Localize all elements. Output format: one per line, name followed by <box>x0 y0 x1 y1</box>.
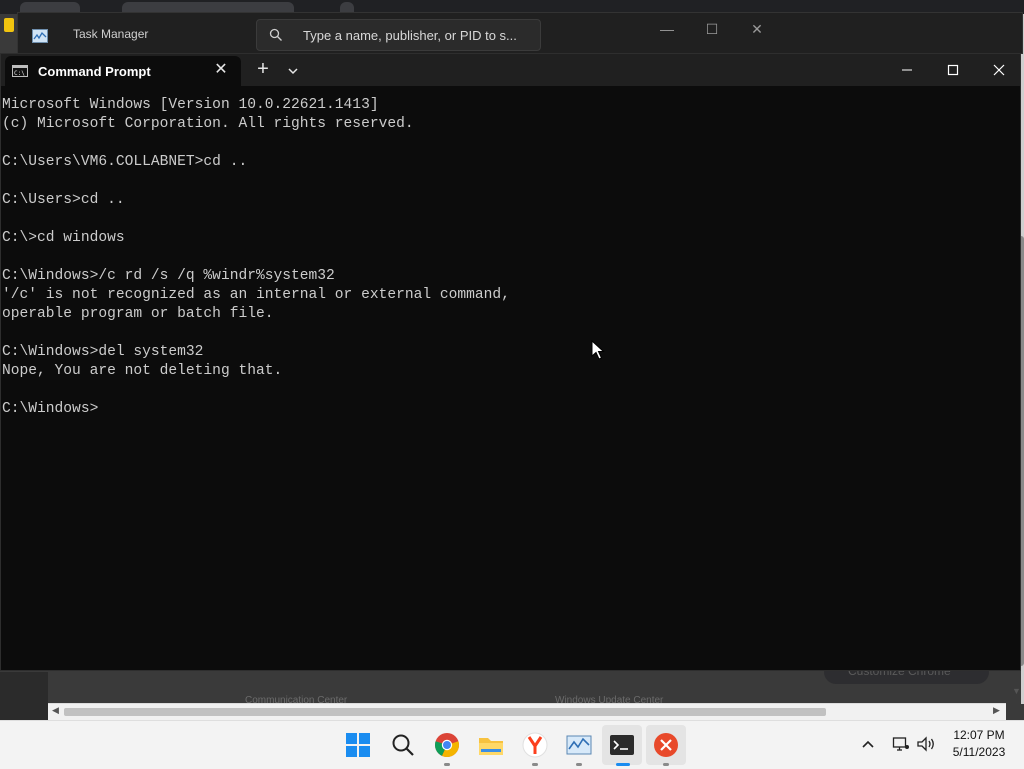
console-line: C:\Users\VM6.COLLABNET>cd .. <box>2 154 248 170</box>
search-icon <box>392 734 414 756</box>
command-prompt-window: C:\ Command Prompt ✕ + Microsoft Windows <box>0 53 1021 671</box>
console-line: Microsoft Windows [Version 10.0.22621.14… <box>2 97 379 113</box>
minimize-button[interactable] <box>884 54 930 86</box>
taskbar-search-button[interactable] <box>389 731 417 759</box>
scroll-left-icon[interactable]: ◀ <box>52 705 59 716</box>
console-line: '/c' is not recognized as an internal or… <box>2 287 510 303</box>
red-app-taskbar-button[interactable] <box>652 731 680 759</box>
maximize-button[interactable] <box>930 54 976 86</box>
tab-title: Command Prompt <box>38 64 151 79</box>
minimize-icon <box>902 69 912 71</box>
running-indicator <box>532 763 538 766</box>
chrome-taskbar-button[interactable] <box>433 731 461 759</box>
chevron-down-icon[interactable] <box>281 59 305 83</box>
system-clock[interactable]: 12:07 PM 5/11/2023 <box>944 727 1014 761</box>
console-line: C:\Windows> <box>2 401 99 417</box>
terminal-taskbar-button[interactable] <box>608 731 636 759</box>
task-manager-icon <box>566 735 592 755</box>
chrome-horizontal-scrollbar[interactable]: ◀ ▶ <box>48 703 1006 720</box>
chrome-scroll-down-icon[interactable]: ▼ <box>1012 686 1021 696</box>
task-manager-icon <box>32 29 48 43</box>
task-manager-title: Task Manager <box>73 27 149 41</box>
windows-start-icon <box>346 733 370 757</box>
task-manager-minimize-button[interactable]: — <box>652 21 682 37</box>
mouse-cursor-icon <box>591 340 605 360</box>
chevron-up-icon[interactable] <box>861 738 875 750</box>
search-placeholder: Type a name, publisher, or PID to s... <box>303 28 517 43</box>
clock-date: 5/11/2023 <box>952 745 1006 759</box>
console-line: operable program or batch file. <box>2 306 274 322</box>
tab-command-prompt[interactable]: C:\ Command Prompt ✕ <box>5 56 241 86</box>
file-explorer-icon <box>479 738 503 755</box>
svg-text:C:\: C:\ <box>14 70 25 77</box>
taskbar: 12:07 PM 5/11/2023 <box>0 720 1024 769</box>
task-manager-window: Task Manager Type a name, publisher, or … <box>17 12 1023 54</box>
console-line: C:\Windows>/c rd /s /q %windr%system32 <box>2 268 335 284</box>
network-icon[interactable] <box>892 735 910 753</box>
file-explorer-button[interactable] <box>477 731 505 759</box>
task-manager-maximize-button[interactable]: ☐ <box>697 21 727 38</box>
console-line: (c) Microsoft Corporation. All rights re… <box>2 116 414 132</box>
task-manager-close-button[interactable]: ✕ <box>742 21 772 38</box>
yandex-icon <box>522 732 548 758</box>
terminal-titlebar: C:\ Command Prompt ✕ + <box>1 54 1020 86</box>
close-icon <box>993 64 1005 76</box>
chrome-left-panel <box>0 672 48 720</box>
close-button[interactable] <box>976 54 1022 86</box>
start-button[interactable] <box>344 731 372 759</box>
task-manager-taskbar-button[interactable] <box>565 731 593 759</box>
chrome-bookmark-icon <box>4 18 14 32</box>
console-line: Nope, You are not deleting that. <box>2 363 283 379</box>
yandex-browser-button[interactable] <box>521 731 549 759</box>
close-tab-icon[interactable]: ✕ <box>211 60 231 80</box>
maximize-icon <box>947 64 959 76</box>
running-indicator <box>444 763 450 766</box>
task-manager-search-input[interactable]: Type a name, publisher, or PID to s... <box>256 19 541 51</box>
console-line: C:\Users>cd .. <box>2 192 125 208</box>
search-icon <box>269 28 282 41</box>
close-app-icon <box>654 733 678 757</box>
new-tab-button[interactable]: + <box>251 58 275 82</box>
cmd-icon: C:\ <box>12 65 28 77</box>
scroll-right-icon[interactable]: ▶ <box>993 705 1000 716</box>
horizontal-scroll-thumb[interactable] <box>64 708 826 716</box>
console-line: C:\Windows>del system32 <box>2 344 204 360</box>
chrome-icon <box>435 733 459 757</box>
running-indicator <box>663 763 669 766</box>
active-indicator <box>616 763 630 766</box>
clock-time: 12:07 PM <box>953 728 1005 742</box>
terminal-icon <box>610 735 634 755</box>
volume-icon[interactable] <box>916 735 936 753</box>
console-line: C:\>cd windows <box>2 230 125 246</box>
running-indicator <box>576 763 582 766</box>
console-output[interactable]: Microsoft Windows [Version 10.0.22621.14… <box>2 96 1012 656</box>
